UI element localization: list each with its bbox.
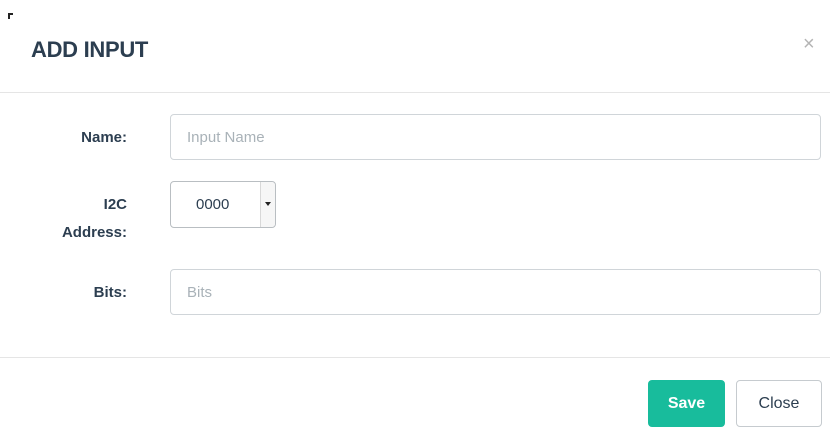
bits-label: Bits: — [93, 284, 127, 301]
name-input[interactable] — [170, 114, 821, 160]
bits-input[interactable] — [170, 269, 821, 315]
i2c-address-label-line2: Address: — [61, 224, 127, 241]
close-icon[interactable]: × — [803, 34, 815, 54]
i2c-address-select[interactable]: 0000 — [170, 181, 276, 228]
i2c-address-label: I2C Address: — [0, 194, 127, 244]
close-button[interactable]: Close — [736, 380, 822, 427]
dialog-header: ADD INPUT × — [0, 0, 830, 93]
dialog-title: ADD INPUT — [31, 37, 149, 62]
i2c-address-selected-value: 0000 — [196, 196, 230, 213]
i2c-address-label-line1: I2C — [103, 196, 127, 213]
name-label: Name: — [81, 129, 127, 146]
add-input-dialog: ADD INPUT × Name: I2C Address: 0000 Bits… — [0, 0, 830, 443]
save-button[interactable]: Save — [648, 380, 725, 427]
dialog-footer: Save Close — [0, 357, 830, 444]
chevron-down-icon[interactable] — [260, 182, 275, 227]
